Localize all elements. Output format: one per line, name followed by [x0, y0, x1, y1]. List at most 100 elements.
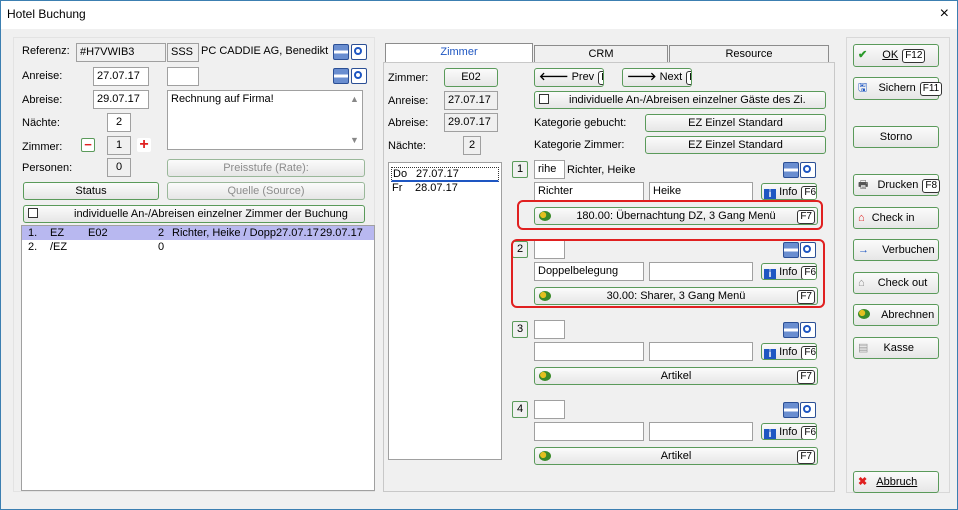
next-button[interactable]: 🡒 NextF4 — [622, 68, 692, 87]
room-row[interactable]: 2. /EZ 0 — [22, 240, 374, 254]
guest-lastname-field[interactable] — [534, 342, 644, 361]
room-cell-room: E02 — [88, 227, 108, 239]
referenz-code-field[interactable]: SSS — [167, 43, 199, 62]
plus-icon: + — [139, 136, 149, 153]
referenz-label: Referenz: — [22, 45, 70, 57]
kasse-label: Kasse — [883, 342, 915, 354]
day-row[interactable]: Do 27.07.17 — [391, 167, 499, 182]
checkout-button[interactable]: ⌂ Check out — [853, 272, 939, 294]
personen-field[interactable]: 0 — [107, 158, 131, 177]
info-label: Info — [779, 346, 798, 358]
zimmer-label: Zimmer: — [22, 141, 63, 153]
day-row[interactable]: Fr 28.07.17 — [391, 182, 499, 195]
zimmer-label-tab: Zimmer: — [388, 72, 429, 84]
guest-number-button[interactable]: 1 — [512, 161, 528, 178]
prev-button[interactable]: 🡐 PrevF3 — [534, 68, 604, 87]
info-label: Info — [779, 426, 798, 438]
anreise-field[interactable]: 27.07.17 — [93, 67, 149, 86]
anreise-label: Anreise: — [22, 70, 63, 82]
scroll-up-icon[interactable]: ▲ — [350, 94, 359, 104]
arrow-right-icon: 🡒 — [627, 71, 657, 83]
day-date: 28.07.17 — [415, 182, 458, 194]
info-key-hint: F6 — [801, 186, 816, 199]
kategorie-zimmer-button[interactable]: EZ Einzel Standard — [645, 136, 826, 154]
guest-info-button[interactable]: i Info F6 — [761, 183, 817, 200]
address-card-icon[interactable] — [783, 162, 799, 178]
guest-firstname-field[interactable] — [649, 342, 753, 361]
kasse-button[interactable]: ▤ Kasse — [853, 337, 939, 359]
abreise-field-tab[interactable]: 29.07.17 — [444, 113, 498, 132]
individual-rooms-button[interactable]: individuelle An-/Abreisen einzelner Zimm… — [23, 205, 365, 223]
room-cell-cat: /EZ — [50, 241, 68, 253]
guest-display-name: Richter, Heike — [567, 164, 636, 176]
individual-guests-button[interactable]: individuelle An-/Abreisen einzelner Gäst… — [534, 91, 826, 109]
add-room-button[interactable]: + — [137, 136, 151, 153]
coins-icon — [858, 309, 870, 319]
guest-firstname-field[interactable]: Heike — [649, 182, 753, 201]
anreise-extra-field[interactable] — [167, 67, 199, 86]
anreise-field-tab[interactable]: 27.07.17 — [444, 91, 498, 110]
checkin-button[interactable]: ⌂ Check in — [853, 207, 939, 229]
guest-firstname-field[interactable] — [649, 422, 753, 441]
tab-resource[interactable]: Resource — [669, 45, 829, 63]
guest-code-field[interactable] — [534, 400, 565, 419]
guest-article-button[interactable]: Artikel F7 — [534, 447, 818, 465]
scroll-down-icon[interactable]: ▼ — [350, 135, 359, 145]
kategorie-gebucht-button[interactable]: EZ Einzel Standard — [645, 114, 826, 132]
search-icon[interactable] — [800, 402, 816, 418]
room-cell-pers: 0 — [158, 241, 165, 253]
guest-code-field[interactable] — [534, 320, 565, 339]
referenz-field[interactable]: #H7VWIB3 — [76, 43, 166, 62]
address-card-icon[interactable] — [783, 322, 799, 338]
guest-lastname-field[interactable] — [534, 422, 644, 441]
guest-code-field[interactable]: rihe — [534, 160, 565, 179]
hotel-booking-window: Hotel Buchung × Referenz: #H7VWIB3 SSS P… — [0, 0, 958, 510]
close-icon[interactable]: × — [940, 4, 949, 24]
highlight-guest-2 — [511, 239, 825, 308]
next-label: Next — [659, 71, 683, 83]
verbuchen-button[interactable]: → Verbuchen — [853, 239, 939, 261]
guest-info-button[interactable]: i Info F6 — [761, 423, 817, 440]
ok-key-hint: F12 — [902, 49, 926, 63]
info-label: Info — [779, 186, 798, 198]
naechte-field[interactable]: 2 — [107, 113, 131, 132]
naechte-field-tab[interactable]: 2 — [463, 136, 481, 155]
search-icon[interactable] — [800, 162, 816, 178]
quelle-button[interactable]: Quelle (Source) — [167, 182, 365, 200]
abreise-field[interactable]: 29.07.17 — [93, 90, 149, 109]
address-card-icon[interactable] — [333, 68, 349, 84]
day-list[interactable]: Do 27.07.17 Fr 28.07.17 — [388, 162, 502, 460]
guest-lastname-field[interactable]: Richter — [534, 182, 644, 201]
status-button[interactable]: Status — [23, 182, 159, 200]
search-icon[interactable] — [351, 44, 367, 60]
abbruch-button[interactable]: ✖ Abbruch — [853, 471, 939, 493]
kategorie-gebucht-label: Kategorie gebucht: — [534, 117, 627, 129]
drucken-button[interactable]: 🖶 Drucken F8 — [853, 174, 941, 196]
rooms-list[interactable]: 1. EZ E02 2 Richter, Heike / Dopp 27.07.17 29.… — [21, 225, 375, 491]
room-cell-from: 27.07.17 — [276, 227, 319, 239]
search-icon[interactable] — [800, 322, 816, 338]
storno-button[interactable]: Storno — [853, 126, 939, 148]
kategorie-zimmer-label: Kategorie Zimmer: — [534, 139, 625, 151]
abrechnen-button[interactable]: Abrechnen — [853, 304, 939, 326]
search-icon[interactable] — [351, 68, 367, 84]
remove-room-button[interactable]: − — [81, 138, 95, 152]
sichern-button[interactable]: 🖫 Sichern F11 — [853, 77, 943, 100]
tab-crm[interactable]: CRM — [534, 45, 668, 63]
guest-article-button[interactable]: Artikel F7 — [534, 367, 818, 385]
guest-number-button[interactable]: 4 — [512, 401, 528, 418]
address-card-icon[interactable] — [333, 44, 349, 60]
preisstufe-button[interactable]: Preisstufe (Rate): — [167, 159, 365, 177]
ok-button[interactable]: ✔ OK F12 — [853, 44, 939, 67]
article-label: Artikel — [660, 450, 692, 462]
room-row[interactable]: 1. EZ E02 2 Richter, Heike / Dopp 27.07.17 29.… — [22, 226, 374, 240]
tab-zimmer[interactable]: Zimmer — [385, 43, 533, 63]
checkin-label: Check in — [871, 212, 915, 224]
notes-textarea[interactable]: Rechnung auf Firma! — [167, 90, 363, 150]
guest-info-button[interactable]: i Info F6 — [761, 343, 817, 360]
guest-number-button[interactable]: 3 — [512, 321, 528, 338]
coins-icon — [539, 371, 551, 381]
address-card-icon[interactable] — [783, 402, 799, 418]
zimmer-select-button[interactable]: E02 — [444, 68, 498, 87]
zimmer-count-field[interactable]: 1 — [107, 136, 131, 155]
